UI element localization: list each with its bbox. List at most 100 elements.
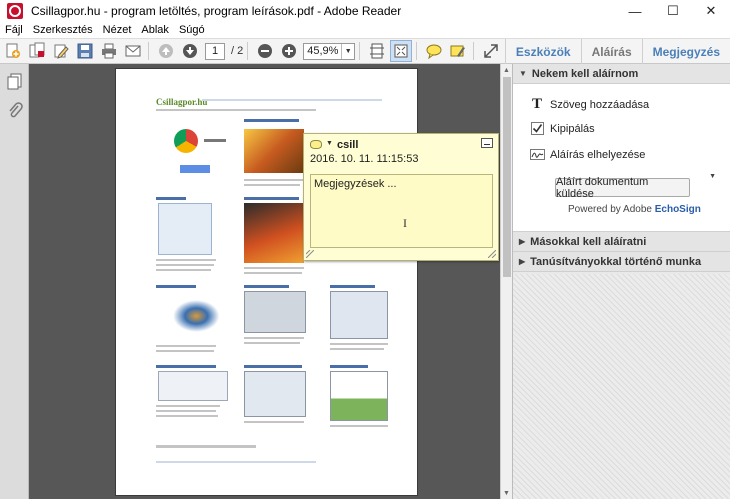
panel-tabs: Eszközök Aláírás Megjegyzés [504,39,730,64]
powered-by: Powered by Adobe EchoSign [568,204,701,215]
page-text-line [156,405,220,407]
tab-sign[interactable]: Aláírás [580,39,642,64]
page-total: / 2 [231,45,244,57]
attachments-button[interactable] [0,98,29,124]
chevron-down-icon[interactable]: ▼ [341,43,354,59]
envelope-icon [125,45,141,57]
menu-edit[interactable]: Szerkesztés [28,24,98,36]
chevron-down-icon[interactable]: ▼ [709,173,716,180]
triangle-right-icon: ▶ [519,237,526,246]
page-text-line [156,445,256,448]
chevron-down-icon[interactable]: ▼ [326,140,333,147]
section-get-others-to-sign[interactable]: ▶ Másokkal kell aláíratni [513,232,730,252]
zoom-select[interactable]: 45,9% ▼ [303,42,356,60]
page-heading [330,285,375,288]
page-text-line [244,272,302,274]
triangle-down-icon: ▼ [519,69,527,78]
section-work-with-certificates[interactable]: ▶ Tanúsítványokkal történő munka [513,252,730,272]
tab-tools[interactable]: Eszközök [504,39,581,64]
toolbar-separator [359,42,361,60]
resize-grip-icon[interactable] [488,250,496,258]
full-screen-button[interactable] [480,40,502,62]
article-image [160,291,226,341]
scroll-down-arrow-icon[interactable]: ▼ [501,487,512,499]
note-text-area[interactable]: Megjegyzések ... I [310,174,493,248]
page-heading [156,365,216,368]
article-image [244,291,306,333]
fit-page-button[interactable] [366,40,388,62]
menu-file[interactable]: Fájl [0,24,28,36]
save-button[interactable] [74,40,96,62]
minimize-button[interactable]: — [616,0,654,22]
zoom-out-button[interactable] [254,40,276,62]
next-page-button[interactable] [179,40,201,62]
page-number-input[interactable]: 1 [205,42,225,60]
page-thumbnails-button[interactable] [0,68,29,94]
email-button[interactable] [122,40,144,62]
page-text-line [156,345,216,347]
minimize-note-button[interactable] [481,138,493,148]
arrow-down-icon [183,44,197,58]
fit-width-button[interactable] [390,40,413,62]
print-button[interactable] [98,40,120,62]
page-text-line [330,348,384,350]
section-body: T Szöveg hozzáadása Kipipálás Aláírás el… [513,84,730,232]
toolbar: 1 / 2 45,9% ▼ Eszközök Aláírás Megjegyzé… [0,38,730,64]
text-tool-icon: T [531,96,542,112]
combine-files-button[interactable] [26,40,48,62]
menu-help[interactable]: Súgó [174,24,210,36]
close-button[interactable]: ✕ [692,0,730,22]
add-note-button[interactable] [423,40,445,62]
menu-window[interactable]: Ablak [136,24,174,36]
edit-button[interactable] [50,40,72,62]
tool-label: Kipipálás [550,122,595,135]
page-text-line [244,342,300,344]
highlight-button[interactable] [447,40,469,62]
page-logo: Csillagpor.hu [156,97,208,107]
comment-note-popup[interactable]: ▼ csill 2016. 10. 11. 11:15:53 Megjegyzé… [303,133,499,261]
speech-bubble-icon [426,44,442,60]
page-heading [244,285,289,288]
menu-view[interactable]: Nézet [98,24,137,36]
previous-page-button[interactable] [155,40,177,62]
note-date: 2016. 10. 11. 11:15:53 [310,153,419,165]
place-signature-tool[interactable]: Aláírás elhelyezése [529,148,645,161]
panel-empty-area [513,274,730,499]
create-pdf-button[interactable] [2,40,24,62]
section-i-need-to-sign[interactable]: ▼ Nekem kell aláírnom [513,64,730,84]
scroll-up-arrow-icon[interactable]: ▲ [501,64,512,76]
page-text-line [244,184,300,186]
window-controls: — ☐ ✕ [616,0,730,22]
note-header[interactable]: ▼ csill 2016. 10. 11. 11:15:53 [304,134,498,170]
window-title: Csillagpor.hu - program letöltés, progra… [31,4,402,18]
page-text-line [156,109,316,111]
checkmark-tool[interactable]: Kipipálás [529,122,595,135]
echosign-link[interactable]: EchoSign [655,204,701,215]
section-title: Másokkal kell aláíratni [530,235,647,248]
maximize-button[interactable]: ☐ [654,0,692,22]
zoom-in-icon [282,44,297,58]
checkbox-checked-icon [529,122,545,135]
create-pdf-icon [6,43,20,58]
page-heading [330,365,368,368]
article-image [244,129,304,173]
document-view[interactable]: Csillagpor.hu ▼ csill 2016. 10. 11. 11:1… [29,64,500,499]
scrollbar-thumb[interactable] [503,77,511,277]
article-image [244,371,306,417]
chrome-logo-icon [174,129,198,153]
vertical-scrollbar[interactable]: ▲ ▼ [500,64,512,499]
page-thumbnails-icon [7,73,21,90]
section-title: Nekem kell aláírnom [531,67,639,80]
edit-icon [54,44,69,59]
send-signed-document-button[interactable]: Aláírt dokumentum küldése [555,176,690,200]
zoom-in-button[interactable] [278,40,300,62]
page-text-line [244,267,304,269]
fit-page-icon [370,43,385,59]
resize-grip-icon[interactable] [306,250,314,258]
page-text-line [156,410,216,412]
tab-comment[interactable]: Megjegyzés [641,39,730,64]
add-text-tool[interactable]: T Szöveg hozzáadása [529,96,649,113]
page-heading [244,365,302,368]
page-text-line [156,269,211,271]
adobe-reader-icon [7,3,23,19]
